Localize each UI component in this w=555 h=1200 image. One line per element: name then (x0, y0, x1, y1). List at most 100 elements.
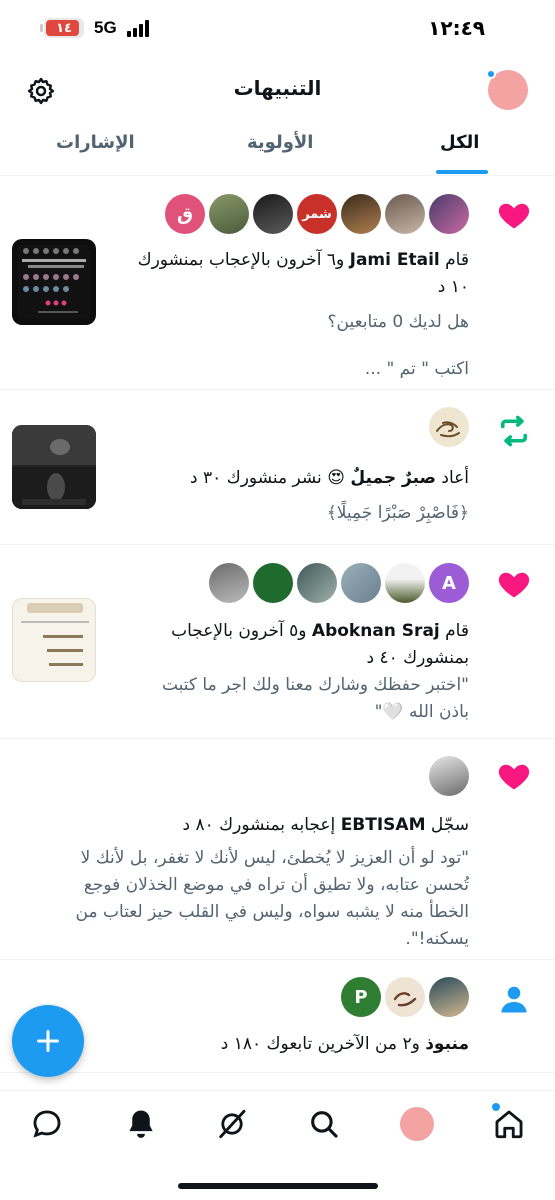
home-icon[interactable] (492, 1107, 526, 1141)
post-thumbnail[interactable] (12, 598, 96, 682)
compose-button[interactable] (12, 1005, 84, 1077)
notification-headline: قام Jami Etail و٦ آخرون بالإعجاب بمنشورك (89, 247, 469, 274)
notification-headline: أعاد صبرٌ جميلٌ 😍 نشر منشورك ٣٠ د (109, 465, 469, 492)
tabs-bar: الكل الأولوية الإشارات (0, 120, 555, 176)
battery-indicator: ١٤ (40, 18, 84, 38)
avatar[interactable] (341, 563, 381, 603)
emoji-icon: 😍 (327, 468, 345, 488)
notification-body: قام Jami Etail و٦ آخرون بالإعجاب بمنشورك… (89, 247, 469, 383)
notification-headline-cont: بمنشورك ٤٠ د (109, 645, 469, 672)
thumbnail-image (21, 603, 89, 666)
actor-name[interactable]: Jami Etail (350, 250, 440, 270)
actor-name[interactable]: Aboknan Sraj (312, 621, 440, 641)
heart-icon (498, 203, 530, 229)
status-bar-left: ١٤ 5G (40, 18, 149, 38)
header: التنبيهات (0, 64, 555, 120)
notification-headline: سجّل EBTISAM إعجابه بمنشورك ٨٠ د (39, 812, 469, 839)
post-preview: يسكنه!". (405, 929, 469, 949)
notification-body: قام Aboknan Sraj و٥ آخرون بالإعجاب بمنشو… (109, 618, 469, 726)
avatar[interactable] (253, 563, 293, 603)
notification-headline: منبوذ و٢ من الآخرين تابعوك ١٨٠ د (89, 1031, 469, 1058)
post-preview: "تود لو أن العزيز لا يُخطئ، ليس لأنك لا … (80, 848, 469, 868)
notification-item[interactable]: P منبوذ و٢ من الآخرين تابعوك ١٨٠ د (0, 961, 555, 1073)
avatar[interactable] (385, 563, 425, 603)
search-icon[interactable] (307, 1107, 341, 1141)
person-icon (501, 986, 527, 1013)
actor-avatars: P (341, 977, 469, 1017)
calligraphy-logo (393, 992, 417, 1007)
headline-prefix: سجّل (430, 815, 469, 835)
bell-icon[interactable] (124, 1107, 158, 1141)
avatar[interactable] (253, 194, 293, 234)
battery-level: ١٤ (56, 20, 72, 36)
network-type: 5G (94, 18, 117, 37)
notification-headline: قام Aboknan Sraj و٥ آخرون بالإعجاب (109, 618, 469, 645)
notification-item[interactable]: سجّل EBTISAM إعجابه بمنشورك ٨٠ د "تود لو… (0, 740, 555, 960)
headline-text: بمنشورك (403, 648, 469, 668)
avatar[interactable]: A (429, 563, 469, 603)
heart-icon (498, 764, 530, 790)
calligraphy-logo (436, 421, 460, 438)
notification-body: أعاد صبرٌ جميلٌ 😍 نشر منشورك ٣٠ د ﴿فَاصْ… (109, 465, 469, 527)
status-time: ١٢:٤٩ (428, 16, 485, 40)
actor-name[interactable]: صبرٌ جميلٌ (350, 468, 436, 488)
headline-prefix: قام (445, 250, 469, 270)
avatar[interactable] (209, 563, 249, 603)
post-preview: هل لديك 0 متابعين؟ (327, 312, 470, 332)
avatar[interactable] (341, 194, 381, 234)
battery-nub (40, 24, 43, 32)
plus-icon (37, 1030, 59, 1052)
tab-all[interactable]: الكل (440, 132, 479, 153)
avatar[interactable] (429, 194, 469, 234)
actor-name[interactable]: منبوذ (425, 1034, 469, 1054)
tab-priority[interactable]: الأولوية (247, 132, 313, 153)
unread-dot (486, 69, 496, 79)
thumbnail-image (12, 425, 96, 509)
notification-item[interactable]: أعاد صبرٌ جميلٌ 😍 نشر منشورك ٣٠ د ﴿فَاصْ… (0, 391, 555, 545)
grok-icon[interactable] (215, 1107, 249, 1141)
messages-icon[interactable] (30, 1107, 64, 1141)
headline-text: نشر منشورك (226, 468, 322, 488)
notification-body: سجّل EBTISAM إعجابه بمنشورك ٨٠ د "تود لو… (39, 812, 469, 953)
notification-item[interactable]: A قام Aboknan Sraj و٥ آخرون بالإعجاب بمن… (0, 546, 555, 739)
repost-icon (500, 415, 528, 447)
thumbnail-image (18, 245, 90, 319)
headline-prefix: أعاد (441, 468, 469, 488)
notification-time: ١٨٠ د (220, 1034, 262, 1054)
post-thumbnail[interactable] (12, 239, 96, 325)
nav-profile-avatar[interactable] (400, 1107, 434, 1141)
notification-item[interactable]: شمر ق قام Jami Etail و٦ آخرون بالإعجاب ب… (0, 177, 555, 390)
avatar[interactable] (297, 563, 337, 603)
avatar[interactable] (209, 194, 249, 234)
avatar[interactable]: ق (165, 194, 205, 234)
notification-time: ٤٠ د (366, 648, 398, 668)
avatar[interactable] (429, 407, 469, 447)
avatar[interactable] (429, 977, 469, 1017)
avatar[interactable] (385, 977, 425, 1017)
post-preview: الخطأ منه لا يشبه سواه، وليس في القلب حي… (75, 902, 469, 922)
headline-text: و٥ آخرون بالإعجاب (171, 621, 307, 641)
avatar[interactable] (429, 756, 469, 796)
avatar[interactable] (385, 194, 425, 234)
actor-name[interactable]: EBTISAM (341, 815, 426, 835)
actor-avatars (429, 407, 469, 447)
headline-prefix: قام (445, 621, 469, 641)
notification-time: ١٠ د (437, 277, 469, 297)
post-preview: ﴿فَاصْبِرْ صَبْرًا جَمِيلًا﴾ (326, 503, 469, 523)
notification-time: ٣٠ د (190, 468, 222, 488)
post-preview: تُحسن عتابه، ولا تطيق أن تراه في موضع ال… (83, 875, 469, 895)
actor-avatars: شمر ق (165, 194, 469, 234)
actor-avatars (429, 756, 469, 796)
avatar[interactable]: شمر (297, 194, 337, 234)
home-indicator (178, 1183, 378, 1189)
signal-icon (126, 19, 149, 37)
status-bar: ١٤ 5G ١٢:٤٩ (0, 0, 555, 64)
post-thumbnail[interactable] (12, 425, 96, 509)
post-preview: باذن الله 🤍" (374, 702, 469, 722)
tab-mentions[interactable]: الإشارات (56, 132, 135, 153)
notification-time: ٨٠ د (182, 815, 214, 835)
avatar[interactable]: P (341, 977, 381, 1017)
home-unread-dot (492, 1103, 500, 1111)
headline-text: و٢ من الآخرين تابعوك (266, 1034, 420, 1054)
headline-text: و٦ آخرون بالإعجاب بمنشورك (137, 250, 345, 270)
